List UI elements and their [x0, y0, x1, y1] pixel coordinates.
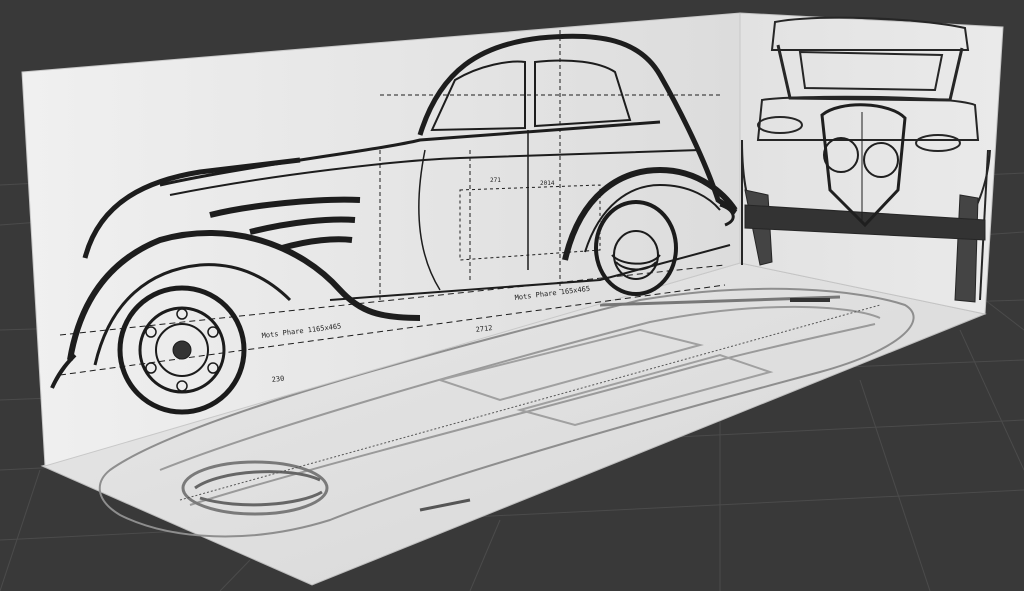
3d-viewport[interactable]: Mots Phare 1165x465 Mots Phare 165x465 2…: [0, 0, 1024, 591]
wheel-icon: [117, 285, 247, 415]
dimension-label: 2014: [540, 180, 555, 187]
viewport-scene[interactable]: Mots Phare 1165x465 Mots Phare 165x465 2…: [0, 0, 1024, 591]
front-plane[interactable]: [739, 12, 1004, 315]
dimension-label: 271: [490, 177, 501, 184]
dimension-label: 230: [271, 375, 285, 384]
